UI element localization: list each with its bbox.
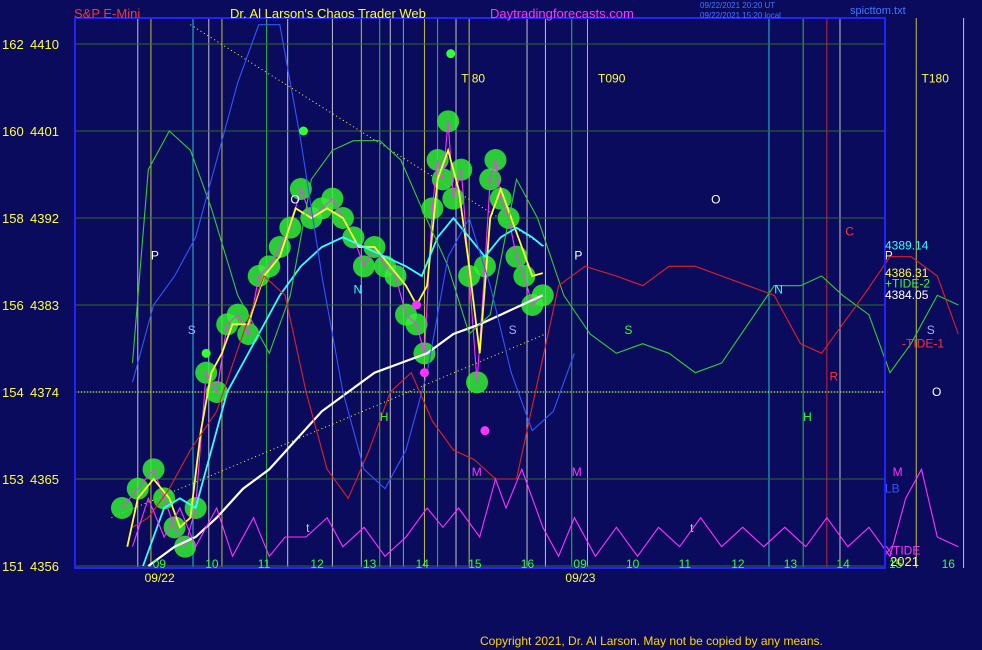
cycle-marker: t bbox=[306, 521, 310, 535]
right-label: 4384.05 bbox=[885, 288, 929, 302]
cycle-marker: T180 bbox=[922, 72, 950, 86]
copyright-notice: Copyright 2021, Dr. Al Larson. May not b… bbox=[480, 634, 823, 648]
cycle-marker: M bbox=[472, 465, 482, 479]
cycle-marker: P bbox=[151, 249, 159, 263]
right-label: -TIDE-1 bbox=[902, 337, 944, 351]
y-tick-label: 156 bbox=[2, 298, 24, 313]
cycle-marker: C bbox=[845, 224, 854, 238]
cycle-marker: P bbox=[574, 249, 582, 263]
chart-svg: T 80 T090 T180O OP P PS S S SN NH HM M MCRt t 162 4410… bbox=[2, 17, 965, 585]
cycle-marker: R bbox=[829, 369, 838, 383]
cycle-marker: N bbox=[774, 282, 783, 296]
right-label: LB bbox=[885, 482, 900, 496]
cycle-marker: O bbox=[290, 193, 299, 207]
y-tick-label: 162 bbox=[2, 37, 24, 52]
right-label: O bbox=[932, 385, 941, 399]
cycle-marker: M bbox=[893, 465, 903, 479]
x-tick-label: 13 bbox=[784, 557, 798, 571]
y-tick-label: 4410 bbox=[30, 37, 59, 52]
cycle-marker: N bbox=[353, 282, 362, 296]
y-tick-label: 153 bbox=[2, 472, 24, 487]
data-file-label: spicttom.txt bbox=[850, 5, 906, 17]
right-label: 4389.14 bbox=[885, 239, 929, 253]
x-tick-label: 16 bbox=[942, 557, 956, 571]
pivot-point bbox=[412, 300, 422, 310]
cycle-marker: H bbox=[380, 410, 389, 424]
y-tick-label: 4401 bbox=[30, 124, 59, 139]
x-tick-label: 12 bbox=[731, 557, 745, 571]
cycle-marker: T 80 bbox=[461, 72, 485, 86]
right-label: XTIDE bbox=[885, 544, 920, 558]
x-tick-label: 09 bbox=[573, 557, 587, 571]
y-tick-label: 151 bbox=[2, 559, 24, 574]
x-tick-label: 16 bbox=[521, 557, 535, 571]
y-tick-label: 4365 bbox=[30, 472, 59, 487]
cycle-marker: S bbox=[188, 323, 196, 337]
x-tick-label: 14 bbox=[836, 557, 850, 571]
cycle-marker: M bbox=[572, 465, 582, 479]
pivot-point bbox=[480, 426, 490, 436]
plot-border bbox=[74, 17, 886, 569]
site-link[interactable]: Daytradingforecasts.com bbox=[490, 6, 634, 21]
axis-labels: 162 4410 160 4401 158 4392 156 4383 154 4374 153 43… bbox=[2, 37, 955, 585]
pivot-point bbox=[298, 126, 308, 136]
cycle-marker: S bbox=[927, 323, 935, 337]
y-tick-label: 4356 bbox=[30, 559, 59, 574]
cycle-marker: S bbox=[509, 323, 517, 337]
date-label: 09/23 bbox=[565, 571, 595, 585]
y-tick-label: 154 bbox=[2, 385, 24, 400]
cycle-marker: H bbox=[803, 410, 812, 424]
x-tick-label: 14 bbox=[416, 557, 430, 571]
y-tick-label: 4383 bbox=[30, 298, 59, 313]
y-tick-label: 4374 bbox=[30, 385, 59, 400]
timestamp-utc: 09/22/2021 20:20 UT bbox=[700, 1, 776, 10]
y-tick-label: 4392 bbox=[30, 211, 59, 226]
x-tick-label: 11 bbox=[679, 557, 692, 571]
plot-area: T 80 T090 T180O OP P PS S S SN NH HM M MCRt t bbox=[74, 17, 965, 569]
y-tick-label: 160 bbox=[2, 124, 24, 139]
instrument-label: S&P E-Mini bbox=[74, 6, 141, 21]
cycle-marker: S bbox=[624, 323, 632, 337]
y-tick-label: 158 bbox=[2, 211, 24, 226]
x-tick-label: 10 bbox=[205, 557, 219, 571]
x-tick-label: 10 bbox=[626, 557, 640, 571]
pivot-point bbox=[419, 368, 429, 378]
x-tick-label: 15 bbox=[468, 557, 482, 571]
pivot-point bbox=[446, 49, 456, 59]
cycle-marker: O bbox=[711, 193, 720, 207]
date-label: 09/22 bbox=[145, 571, 175, 585]
x-tick-label: 13 bbox=[363, 557, 377, 571]
pivot-point bbox=[201, 348, 211, 358]
x-tick-label: 12 bbox=[310, 557, 324, 571]
timestamp-local: 09/22/2021 15:20 local bbox=[700, 11, 781, 20]
x-tick-label: 11 bbox=[258, 557, 271, 571]
trendline-lower bbox=[111, 333, 546, 519]
chart-title: Dr. Al Larson's Chaos Trader Web bbox=[230, 6, 426, 21]
cycle-marker: T090 bbox=[598, 72, 626, 86]
x-tick-label: 09 bbox=[153, 557, 167, 571]
